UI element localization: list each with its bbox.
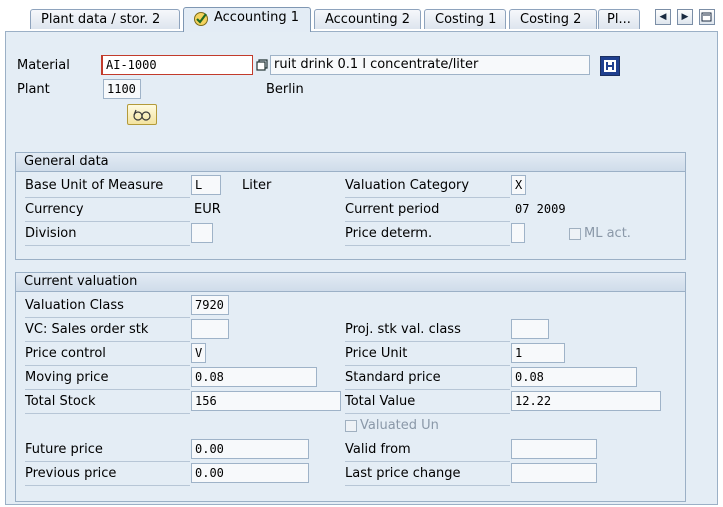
division-field[interactable] [191,223,213,243]
row-underline [345,197,510,198]
row-underline [345,245,510,246]
valuation-class-field[interactable]: 7920 [191,295,229,315]
standard-price-field[interactable]: 0.08 [511,367,637,387]
base-uom-label: Base Unit of Measure [25,178,164,193]
material-field[interactable]: AI-1000 [101,55,253,75]
row-underline [25,221,190,222]
tab-more[interactable]: Pl... [598,9,640,29]
row-underline [345,413,510,414]
valid-from-label: Valid from [345,442,411,457]
copy-icon[interactable] [256,59,268,71]
row-underline [345,461,510,462]
tab-costing-2[interactable]: Costing 2 [509,9,597,29]
material-label: Material [17,58,70,73]
valuated-un-label: Valuated Un [360,418,439,433]
tab-scroll-left-button[interactable]: ◀ [655,9,671,25]
row-underline [25,389,190,390]
total-stock-label: Total Stock [25,394,96,409]
row-underline [25,461,190,462]
proj-stk-label: Proj. stk val. class [345,322,461,337]
current-period-label: Current period [345,202,440,217]
row-underline [25,197,190,198]
proj-stk-field[interactable] [511,319,549,339]
tab-scroll-right-button[interactable]: ▶ [677,9,693,25]
moving-price-field[interactable]: 0.08 [191,367,317,387]
glasses-icon [133,109,151,121]
tab-list-icon [701,12,712,22]
row-underline [345,365,510,366]
base-uom-field[interactable]: L [191,175,221,195]
row-underline [345,341,510,342]
plant-label: Plant [17,82,50,97]
tab-accounting-2[interactable]: Accounting 2 [314,9,421,29]
price-control-label: Price control [25,346,106,361]
last-price-change-field[interactable] [511,463,597,483]
previous-price-field[interactable]: 0.00 [191,463,309,483]
tab-list-button[interactable] [699,9,715,25]
base-uom-text: Liter [242,178,272,193]
price-control-field[interactable]: V [191,343,206,363]
previous-price-label: Previous price [25,466,117,481]
vc-sales-order-field[interactable] [191,319,229,339]
division-label: Division [25,226,77,241]
total-value-field: 12.22 [511,391,661,411]
info-icon [604,60,616,72]
price-unit-label: Price Unit [345,346,408,361]
tab-accounting-1[interactable]: Accounting 1 [183,7,311,32]
row-underline [25,365,190,366]
row-underline [345,221,510,222]
last-price-change-label: Last price change [345,466,461,481]
total-value-label: Total Value [345,394,416,409]
moving-price-label: Moving price [25,370,109,385]
ml-act-checkbox[interactable] [569,228,581,240]
tab-costing-1[interactable]: Costing 1 [424,9,506,29]
valuation-category-field[interactable]: X [511,175,526,195]
vc-sales-order-label: VC: Sales order stk [25,322,149,337]
currency-label: Currency [25,202,84,217]
valid-from-field[interactable] [511,439,597,459]
valuation-class-label: Valuation Class [25,298,124,313]
total-stock-field: 156 [191,391,341,411]
material-description: ruit drink 0.1 l concentrate/liter [270,55,590,75]
row-underline [345,389,510,390]
row-underline [25,341,190,342]
plant-name: Berlin [266,82,304,97]
checkmark-icon [193,11,209,27]
ml-act-label: ML act. [584,226,631,241]
group-title: General data [16,153,685,172]
plant-field[interactable]: 1100 [103,79,141,99]
row-underline [25,413,190,414]
valuation-category-label: Valuation Category [345,178,470,193]
standard-price-label: Standard price [345,370,441,385]
price-determ-field[interactable] [511,223,525,243]
current-period-value: 07 2009 [515,202,566,216]
future-price-label: Future price [25,442,103,457]
valuated-un-checkbox[interactable] [345,420,357,432]
info-button[interactable] [600,56,620,76]
row-underline [25,485,190,486]
price-determ-label: Price determ. [345,226,433,241]
price-unit-field[interactable]: 1 [511,343,565,363]
future-price-field[interactable]: 0.00 [191,439,309,459]
tab-plant-data-stor-2[interactable]: Plant data / stor. 2 [30,9,180,29]
additional-data-button[interactable] [127,104,157,125]
currency-value: EUR [194,202,221,217]
row-underline [25,245,190,246]
tab-bar: Plant data / stor. 2 Accounting 1 Accoun… [0,0,723,32]
group-title: Current valuation [16,273,685,292]
row-underline [345,485,510,486]
row-underline [25,317,190,318]
tab-label: Accounting 1 [214,10,299,25]
